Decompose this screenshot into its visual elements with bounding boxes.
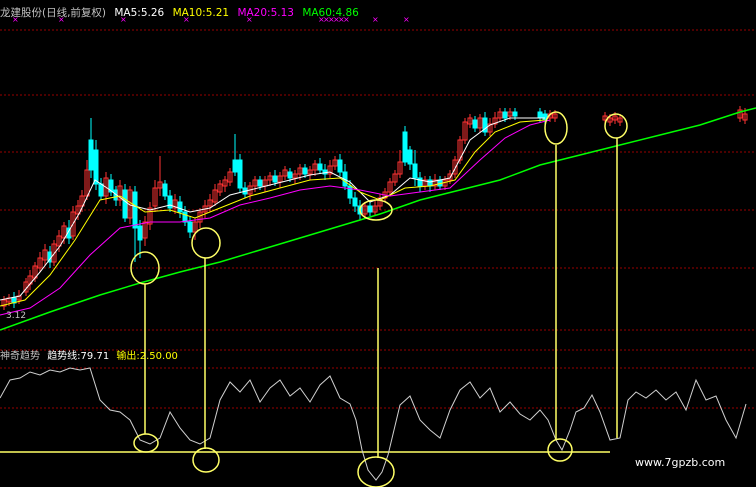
candle-body	[512, 111, 518, 117]
candle-body	[287, 171, 293, 179]
candle-body	[177, 201, 183, 213]
candle-body	[537, 111, 543, 119]
annotation-circle	[544, 111, 568, 145]
ma10-line	[0, 119, 546, 307]
annotation-circle	[191, 227, 221, 259]
ma20-line	[0, 119, 551, 316]
ma10-label: MA10:5.21	[172, 7, 230, 19]
candle-body	[337, 159, 343, 173]
candle-body	[237, 159, 243, 189]
signal-x-marker: ×	[372, 15, 379, 24]
candle-body	[472, 119, 478, 129]
candle-body	[427, 179, 433, 187]
stock-label: 龙建股份(日线,前复权)	[0, 7, 107, 19]
ma20-label: MA20:5.13	[237, 7, 294, 19]
candle-body	[302, 167, 308, 175]
ma60-label: MA60:4.86	[302, 7, 359, 19]
candle-body	[412, 163, 418, 179]
watermark: www.7gpzb.com	[635, 456, 726, 469]
annotation-circle	[604, 113, 628, 139]
signal-x-marker: ×	[403, 15, 410, 24]
price-label: 3.12	[6, 311, 27, 321]
candle-body	[88, 139, 94, 171]
price-panel-header: 龙建股份(日线,前复权) MA5:5.26 MA10:5.21 MA20:5.1…	[0, 6, 364, 20]
candle-body	[187, 221, 193, 233]
candle-body	[93, 149, 99, 185]
candle-body	[137, 225, 143, 241]
candle-body	[272, 175, 278, 183]
indicator-panel-header: 神奇趋势 趋势线:79.71 输出:2.50.00	[0, 350, 182, 364]
ma5-label: MA5:5.26	[114, 7, 165, 19]
candle-body	[502, 111, 508, 119]
candle-body	[352, 197, 358, 207]
trend-line-label: 趋势线:79.71	[47, 351, 110, 362]
candle-body	[98, 183, 104, 197]
candle-body	[367, 205, 373, 213]
chart-canvas	[0, 29, 756, 487]
candle-body	[232, 159, 238, 173]
annotation-circle	[357, 456, 395, 487]
chart-stage: × × × × × × × × × × × × × 龙建股份(日线,前复权) MA5:5.26 MA10…	[0, 0, 756, 487]
output-label: 输出:2.50.00	[116, 351, 178, 362]
candle-body	[122, 189, 128, 219]
candle-body	[407, 149, 413, 165]
candle-body	[132, 191, 138, 229]
annotation-circle	[133, 433, 159, 453]
candle-body	[347, 185, 353, 199]
indicator-name: 神奇趋势	[0, 351, 40, 362]
candle-body	[162, 183, 168, 197]
candle-body	[417, 177, 423, 187]
candle-body	[167, 195, 173, 209]
candle-body	[257, 179, 263, 187]
candle-body	[182, 211, 188, 223]
candle-body	[317, 163, 323, 171]
annotation-circle	[547, 438, 573, 462]
ma5-line	[0, 117, 545, 301]
candle-body	[402, 131, 408, 163]
